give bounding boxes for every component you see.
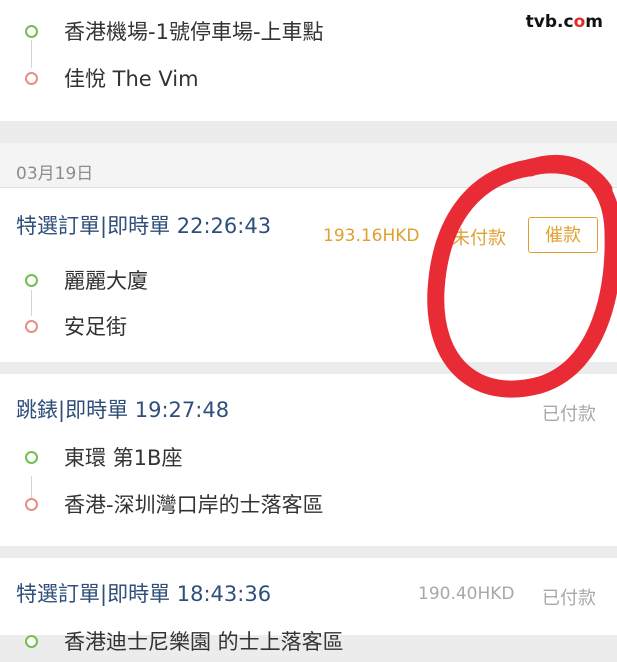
order-card[interactable]: 跳錶|即時單 19:27:48 已付款 東環 第1B座 香港-深圳灣口岸的士落客… (0, 374, 617, 546)
pickup-dot-icon (25, 635, 38, 648)
order-card[interactable]: 特選訂單|即時單 22:26:43 193.16HKD 未付款 催款 麗麗大廈 … (0, 188, 617, 362)
pickup-address: 東環 第1B座 (64, 446, 183, 470)
pickup-stop: 香港機場-1號停車場-上車點 (0, 12, 617, 52)
payment-status: 已付款 (542, 404, 596, 425)
pickup-dot-icon (25, 274, 38, 287)
order-title: 特選訂單|即時單 18:43:36 (16, 582, 272, 606)
tvb-watermark-logo: tvb.com (525, 12, 603, 32)
pickup-address: 香港迪士尼樂園 的士上落客區 (64, 630, 344, 654)
dropoff-dot-icon (25, 498, 38, 511)
pickup-address: 麗麗大廈 (64, 269, 148, 293)
date-label: 03月19日 (16, 164, 94, 184)
dropoff-address: 佳悅 The Vim (64, 67, 199, 91)
order-title: 特選訂單|即時單 22:26:43 (16, 214, 272, 238)
dropoff-stop: 佳悅 The Vim (0, 59, 617, 99)
pickup-stop: 東環 第1B座 (0, 438, 617, 478)
pickup-dot-icon (25, 451, 38, 464)
order-card[interactable]: 特選訂單|即時單 18:43:36 190.40HKD 已付款 香港迪士尼樂園 … (0, 558, 617, 654)
dropoff-address: 安足街 (64, 315, 127, 339)
pickup-address: 香港機場-1號停車場-上車點 (64, 20, 324, 44)
pickup-stop: 麗麗大廈 (0, 261, 617, 301)
dropoff-address: 香港-深圳灣口岸的士落客區 (64, 493, 324, 517)
dropoff-stop: 安足街 (0, 307, 617, 347)
pickup-stop: 香港迪士尼樂園 的士上落客區 (0, 622, 617, 662)
date-header: 03月19日 (0, 143, 617, 188)
order-price: 190.40HKD (418, 584, 515, 604)
dropoff-dot-icon (25, 72, 38, 85)
pickup-dot-icon (25, 25, 38, 38)
dropoff-stop: 香港-深圳灣口岸的士落客區 (0, 485, 617, 525)
payment-status: 未付款 (452, 228, 506, 249)
remind-payment-button[interactable]: 催款 (528, 217, 598, 253)
payment-status: 已付款 (542, 588, 596, 609)
order-card[interactable]: 香港機場-1號停車場-上車點 佳悅 The Vim (0, 0, 617, 121)
order-title: 跳錶|即時單 19:27:48 (16, 398, 230, 422)
order-price: 193.16HKD (323, 226, 420, 246)
dropoff-dot-icon (25, 320, 38, 333)
